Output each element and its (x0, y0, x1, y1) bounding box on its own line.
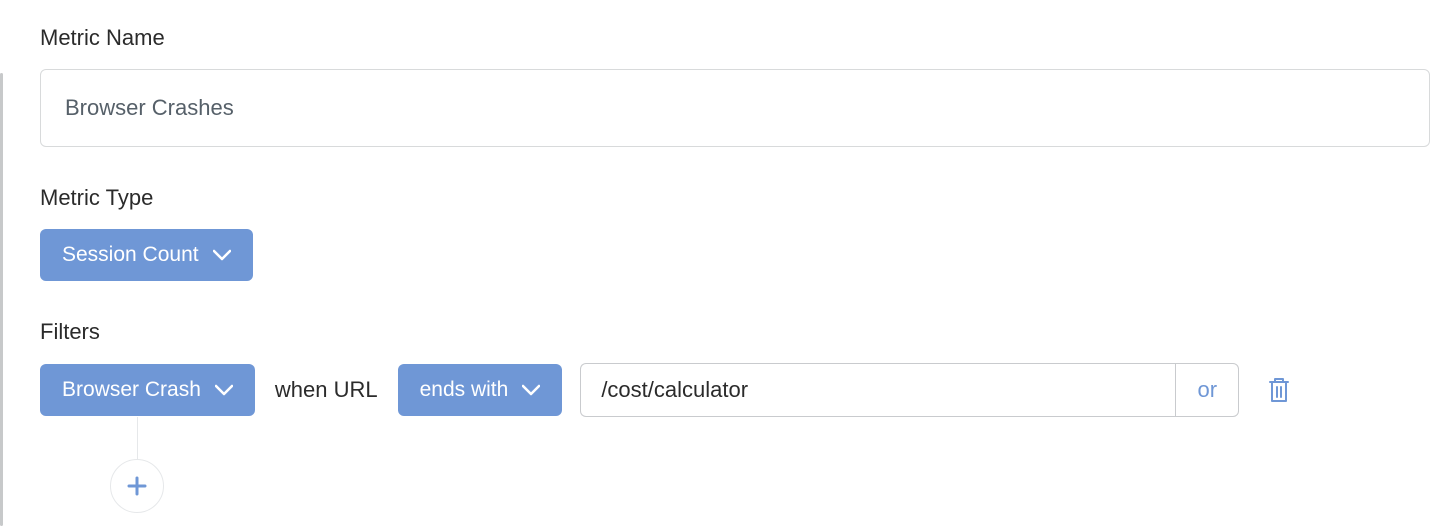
chevron-down-icon (215, 384, 233, 396)
filter-value-group: or (580, 363, 1239, 417)
filter-event-dropdown[interactable]: Browser Crash (40, 364, 255, 416)
filter-event-selected: Browser Crash (62, 378, 201, 402)
form-content: Metric Name Metric Type Session Count Fi… (0, 0, 1432, 513)
plus-icon (127, 476, 147, 496)
metric-name-label: Metric Name (40, 25, 1432, 51)
left-rail-divider (0, 73, 3, 526)
connector-line (137, 417, 138, 459)
filter-or-label: or (1198, 377, 1218, 403)
filter-row: Browser Crash when URL ends with or (40, 363, 1432, 417)
metric-type-label: Metric Type (40, 185, 1432, 211)
filter-operator-dropdown[interactable]: ends with (398, 364, 563, 416)
filter-delete-button[interactable] (1257, 376, 1291, 404)
filters-label: Filters (40, 319, 1432, 345)
metric-name-input[interactable] (40, 69, 1430, 147)
filter-value-input[interactable] (580, 363, 1175, 417)
filter-operator-selected: ends with (420, 378, 509, 402)
add-filter-button[interactable] (110, 459, 164, 513)
filter-connector (114, 417, 1432, 513)
trash-icon (1267, 376, 1291, 404)
chevron-down-icon (213, 249, 231, 261)
filters-section: Filters Browser Crash when URL ends with… (40, 319, 1432, 513)
chevron-down-icon (522, 384, 540, 396)
metric-type-section: Metric Type Session Count (40, 185, 1432, 281)
metric-type-dropdown[interactable]: Session Count (40, 229, 253, 281)
filter-when-text: when URL (275, 377, 378, 403)
filter-or-button[interactable]: or (1175, 363, 1239, 417)
metric-type-selected: Session Count (62, 243, 199, 267)
